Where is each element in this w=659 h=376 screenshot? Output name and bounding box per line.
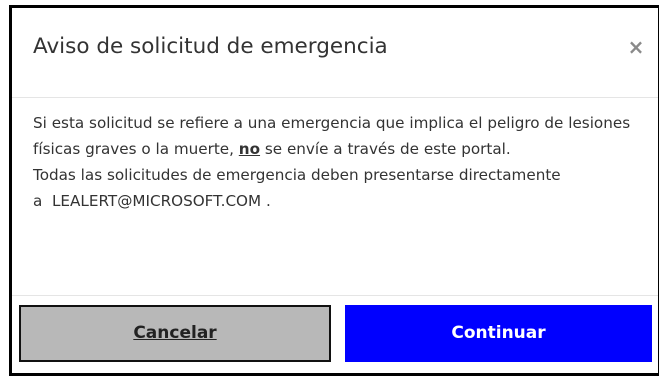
email-prefix: a (33, 192, 43, 210)
dialog-footer: Cancelar Continuar (12, 295, 658, 374)
warning-emphasis-no: no (238, 140, 261, 158)
emergency-warning-text: Si esta solicitud se refiere a una emerg… (33, 110, 633, 162)
emergency-notice-dialog: Aviso de solicitud de emergencia × Si es… (9, 5, 659, 376)
close-icon[interactable]: × (626, 36, 646, 58)
dialog-body: Si esta solicitud se refiere a una emerg… (33, 110, 633, 214)
continue-button[interactable]: Continuar (345, 305, 652, 362)
dialog-title: Aviso de solicitud de emergencia (33, 34, 388, 59)
emergency-email: LEALERT@MICROSOFT.COM (51, 192, 262, 210)
email-line: a LEALERT@MICROSOFT.COM . (33, 188, 633, 214)
warning-text-end: se envíe a través de este portal. (260, 140, 511, 158)
direct-submission-text: Todas las solicitudes de emergencia debe… (33, 166, 561, 184)
dialog-header: Aviso de solicitud de emergencia × (12, 8, 658, 98)
cancel-button[interactable]: Cancelar (19, 305, 331, 362)
email-suffix: . (265, 192, 271, 210)
